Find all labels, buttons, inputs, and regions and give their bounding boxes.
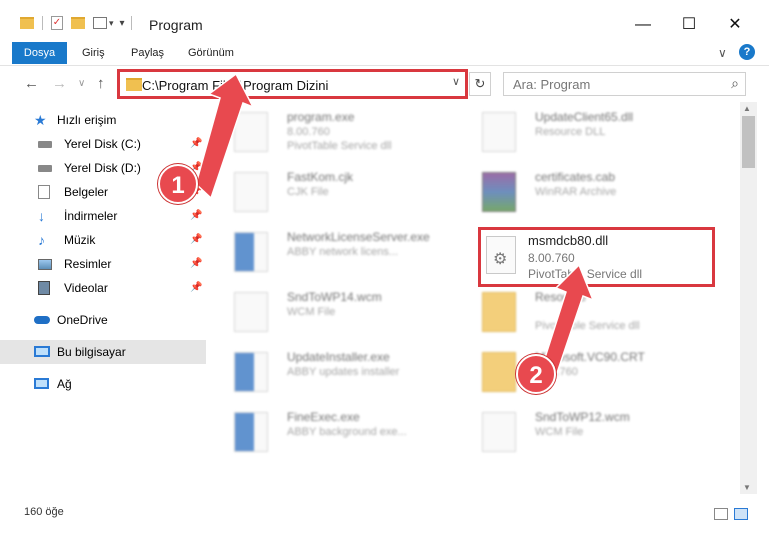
status-bar: 160 öğe xyxy=(0,500,769,537)
explorer-window: ✓ ▾ ▾ Program — ☐ ✕ Dosya Giriş Paylaş G… xyxy=(0,0,769,537)
step-2-badge: 2 xyxy=(516,354,556,394)
step-1-badge: 1 xyxy=(158,164,198,204)
large-icons-view-icon[interactable] xyxy=(734,508,748,520)
item-count: 160 öğe xyxy=(24,506,64,518)
arrow-to-address-bar xyxy=(195,72,255,200)
annotation-arrows xyxy=(195,72,595,378)
details-view-icon[interactable] xyxy=(714,508,728,520)
